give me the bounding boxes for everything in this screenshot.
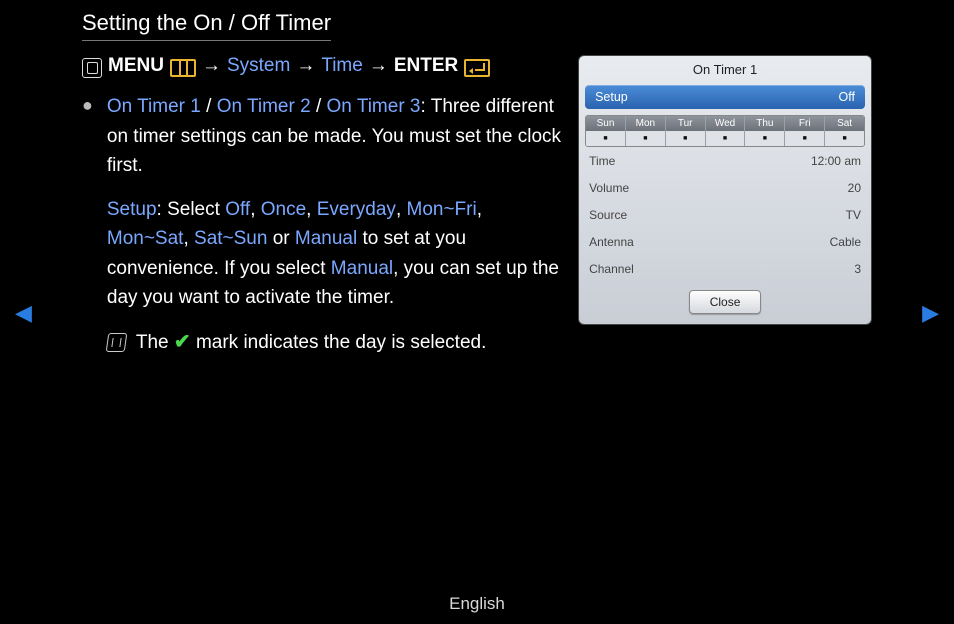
day-head: Mon [626, 116, 666, 131]
day-cell[interactable]: ■ [785, 131, 825, 146]
day-head: Sun [586, 116, 626, 131]
day-head: Fri [785, 116, 825, 131]
day-head: Thu [745, 116, 785, 131]
opt-off: Off [225, 199, 250, 220]
opt-monfri: Mon~Fri [407, 199, 477, 220]
opt-once: Once [261, 199, 306, 220]
arrow-icon: → [369, 51, 388, 80]
panel-setup-value: Off [839, 90, 855, 104]
panel-row-val: TV [846, 208, 861, 222]
arrow-icon: → [296, 51, 315, 80]
preview-panel: On Timer 1 Setup Off Sun Mon Tur Wed Thu… [578, 55, 872, 325]
menu-label: MENU [108, 51, 164, 80]
day-cell[interactable]: ■ [825, 131, 864, 146]
panel-row-time[interactable]: Time 12:00 am [579, 147, 871, 174]
panel-row-val: 20 [848, 181, 861, 195]
day-cell[interactable]: ■ [745, 131, 785, 146]
on-timer-3: On Timer 3 [327, 96, 421, 117]
footer-language: English [0, 594, 954, 614]
menu-icon [170, 59, 196, 77]
breadcrumb: MENU → System → Time → ENTER [82, 51, 562, 80]
opt-everyday: Everyday [317, 199, 396, 220]
paragraph-2: Setup: Select Off, Once, Everyday, Mon~F… [107, 195, 562, 313]
day-head: Sat [825, 116, 864, 131]
day-cell[interactable]: ■ [706, 131, 746, 146]
panel-row-key: Channel [589, 262, 634, 276]
panel-setup-label: Setup [595, 90, 628, 104]
setup-word: Setup [107, 199, 157, 220]
day-cell[interactable]: ■ [666, 131, 706, 146]
on-timer-2: On Timer 2 [217, 96, 311, 117]
opt-satsun: Sat~Sun [194, 228, 267, 249]
day-head: Tur [666, 116, 706, 131]
prev-page-button[interactable]: ◀ [15, 300, 32, 326]
day-cell[interactable]: ■ [586, 131, 626, 146]
enter-label: ENTER [394, 51, 458, 80]
enter-icon [464, 59, 490, 77]
bullet-icon: ● [82, 92, 93, 357]
next-page-button[interactable]: ▶ [922, 300, 939, 326]
on-timer-1: On Timer 1 [107, 96, 201, 117]
panel-row-val: 12:00 am [811, 154, 861, 168]
panel-row-key: Antenna [589, 235, 634, 249]
panel-row-val: 3 [854, 262, 861, 276]
panel-row-antenna[interactable]: Antenna Cable [579, 228, 871, 255]
panel-row-volume[interactable]: Volume 20 [579, 174, 871, 201]
arrow-icon: → [202, 51, 221, 80]
breadcrumb-system: System [227, 51, 290, 80]
day-cell[interactable]: ■ [626, 131, 666, 146]
panel-title: On Timer 1 [579, 56, 871, 81]
panel-row-source[interactable]: Source TV [579, 201, 871, 228]
opt-manual: Manual [295, 228, 357, 249]
page-title: Setting the On / Off Timer [82, 10, 331, 41]
panel-row-key: Volume [589, 181, 629, 195]
note-icon [106, 333, 128, 352]
panel-row-key: Source [589, 208, 627, 222]
panel-row-channel[interactable]: Channel 3 [579, 255, 871, 282]
paragraph-1: On Timer 1 / On Timer 2 / On Timer 3: Th… [107, 92, 562, 180]
panel-row-val: Cable [830, 235, 861, 249]
panel-setup-row[interactable]: Setup Off [585, 85, 865, 109]
panel-row-key: Time [589, 154, 615, 168]
day-head: Wed [706, 116, 746, 131]
opt-manual-2: Manual [331, 258, 393, 279]
remote-icon [82, 58, 102, 78]
check-icon: ✔ [174, 331, 191, 353]
note-post: mark indicates the day is selected. [196, 332, 486, 353]
panel-days-table: Sun Mon Tur Wed Thu Fri Sat ■ ■ ■ ■ ■ [585, 115, 865, 147]
close-button[interactable]: Close [689, 290, 761, 314]
note-pre: The [136, 332, 174, 353]
breadcrumb-time: Time [321, 51, 363, 80]
opt-monsat: Mon~Sat [107, 228, 184, 249]
note-line: The ✔ mark indicates the day is selected… [107, 327, 562, 358]
